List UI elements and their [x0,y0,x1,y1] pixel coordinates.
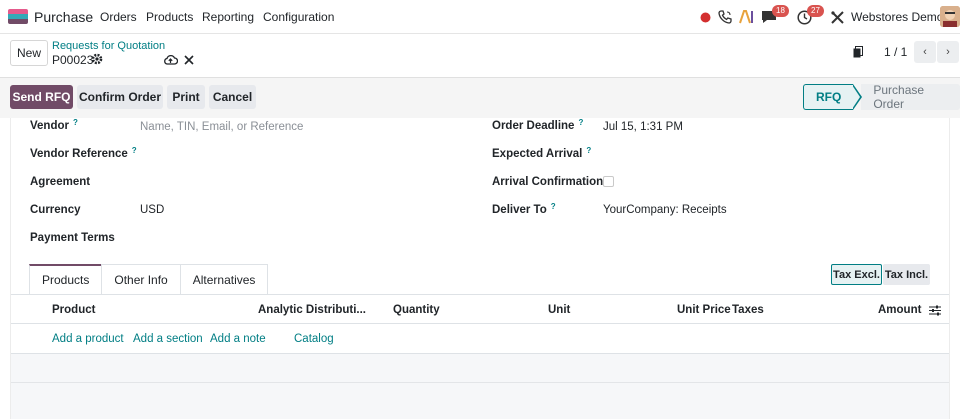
empty-lines-area [11,354,949,419]
add-section-link[interactable]: Add a section [133,333,203,345]
status-purchase-order[interactable]: Purchase Order [861,83,960,111]
payment-terms-label: Payment Terms [30,232,115,244]
app-logo-icon[interactable] [8,9,28,24]
status-rfq[interactable]: RFQ [803,84,854,110]
chevron-left-icon: ‹ [923,46,927,58]
vendor-input[interactable]: Name, TIN, Email, or Reference [140,121,303,133]
vendor-label: Vendor? [30,118,78,132]
phone-icon[interactable] [717,8,733,26]
cloud-save-icon[interactable] [162,53,178,67]
currency-label: Currency [30,204,81,216]
messages-badge: 18 [772,5,789,17]
column-unit[interactable]: Unit [548,304,570,316]
deliver-to-label: Deliver To? [492,202,556,216]
avatar[interactable] [940,6,960,27]
breadcrumb-parent[interactable]: Requests for Quotation [52,40,165,52]
pager-value[interactable]: 1 / 1 [884,45,907,59]
arrival-confirmation-checkbox[interactable] [603,176,614,187]
deliver-to-help-icon[interactable]: ? [551,202,556,211]
vendor-reference-help-icon[interactable]: ? [132,146,137,155]
discard-icon[interactable] [183,53,195,67]
send-rfq-button[interactable]: Send RFQ [10,85,73,109]
tab-products[interactable]: Products [29,264,103,294]
control-panel: New Requests for Quotation P00023 1 / 1 … [0,34,960,78]
column-product[interactable]: Product [52,304,95,316]
row-divider [11,382,949,383]
cancel-button[interactable]: Cancel [209,85,256,109]
tax-included-toggle[interactable]: Tax Incl. [883,264,930,285]
menu-orders[interactable]: Orders [100,10,137,24]
chevron-right-icon: › [946,46,950,58]
pager-next-button[interactable]: › [937,41,959,63]
add-line-row: Add a product Add a section Add a note C… [11,324,949,354]
new-button[interactable]: New [10,40,48,66]
add-note-link[interactable]: Add a note [210,333,266,345]
column-analytic-distribution[interactable]: Analytic Distributi... [258,304,366,316]
vendor-reference-label: Vendor Reference? [30,146,137,160]
notebook-tabs: Products Other Info Alternatives [29,264,269,294]
column-settings-icon[interactable] [928,303,942,317]
column-taxes[interactable]: Taxes [732,304,764,316]
vendor-help-icon[interactable]: ? [73,118,78,127]
order-lines-header: Product Analytic Distributi... Quantity … [11,294,949,324]
tab-alternatives[interactable]: Alternatives [179,264,269,294]
agreement-label: Agreement [30,176,91,188]
column-quantity[interactable]: Quantity [393,304,440,316]
tax-excluded-toggle[interactable]: Tax Excl. [831,264,882,285]
add-product-link[interactable]: Add a product [52,333,124,345]
order-deadline-label: Order Deadline? [492,118,584,132]
ai-icon[interactable] [738,8,754,26]
company-switcher[interactable]: Webstores Demo [851,10,943,24]
order-deadline-field[interactable]: Jul 15, 1:31 PM [603,121,683,133]
chat-icon[interactable]: 18 [760,5,789,26]
top-navbar: Purchase Orders Products Reporting Confi… [0,0,960,34]
pager-previous-button[interactable]: ‹ [914,41,936,63]
column-amount[interactable]: Amount [878,304,921,316]
catalog-link[interactable]: Catalog [294,333,334,345]
menu-reporting[interactable]: Reporting [202,10,254,24]
confirm-order-button[interactable]: Confirm Order [77,85,163,109]
activities-badge: 27 [807,5,824,17]
record-dot-icon[interactable] [698,8,712,26]
tools-icon[interactable] [829,8,845,26]
gear-icon[interactable] [90,52,104,66]
document-icon[interactable] [852,45,864,59]
currency-field[interactable]: USD [140,204,164,216]
menu-products[interactable]: Products [146,10,193,24]
arrival-confirmation-label: Arrival Confirmation [492,176,604,188]
record-name: P00023 [52,53,94,67]
app-name[interactable]: Purchase [34,9,93,25]
print-button[interactable]: Print [167,85,205,109]
status-arrow [852,84,863,110]
expected-arrival-help-icon[interactable]: ? [586,146,591,155]
deliver-to-field[interactable]: YourCompany: Receipts [603,204,727,216]
expected-arrival-label: Expected Arrival? [492,146,592,160]
menu-configuration[interactable]: Configuration [263,10,334,24]
column-unit-price[interactable]: Unit Price [677,304,731,316]
tab-other-info[interactable]: Other Info [101,264,181,294]
order-deadline-help-icon[interactable]: ? [578,118,583,127]
clock-icon[interactable]: 27 [795,5,824,26]
status-pipeline: RFQ Purchase Order [803,83,960,111]
